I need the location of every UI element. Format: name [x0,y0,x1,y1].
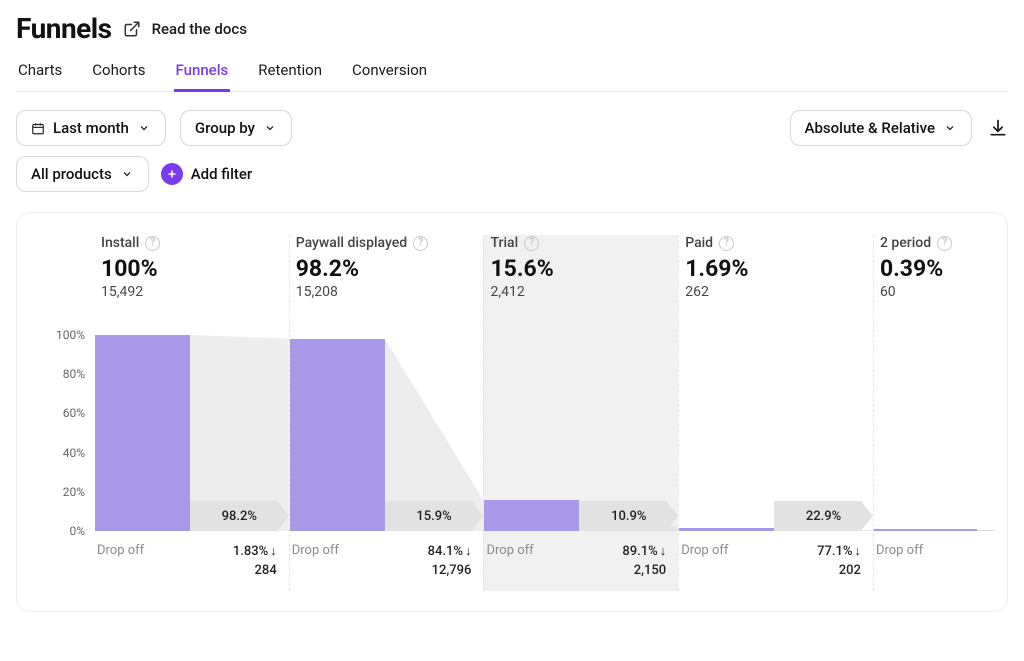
y-tick: 0% [69,524,85,538]
step-label: Install [101,235,139,251]
arrow-down-icon: ↓ [465,543,472,562]
drop-off-label: Drop off [290,537,387,558]
step-label: Paywall displayed [296,235,407,251]
drop-off-count: 284 [255,563,277,578]
external-link-icon[interactable] [122,19,142,39]
tab-charts[interactable]: Charts [16,61,64,91]
drop-off-label: Drop off [874,537,935,558]
next-step-tag: 22.9% [774,501,873,531]
drop-off-label: Drop off [95,537,192,558]
help-icon[interactable]: ? [145,236,160,251]
drop-off-label: Drop off [484,537,581,558]
help-icon[interactable]: ? [413,236,428,251]
funnel-chart-card: 100% 80% 60% 40% 20% 0% Install? 100% 15… [16,212,1008,612]
y-tick: 80% [63,367,85,381]
funnel-bar [679,528,774,531]
help-icon[interactable]: ? [719,236,734,251]
funnel-bar [484,500,579,531]
tab-funnels[interactable]: Funnels [174,61,231,92]
drop-off-percent: 77.1% [817,544,852,559]
chevron-down-icon [263,121,277,135]
step-count: 15,492 [101,284,283,300]
step-percent: 100% [101,255,283,282]
drop-off-percent: 84.1% [428,544,463,559]
arrow-down-icon: ↓ [270,543,277,562]
date-range-select[interactable]: Last month [16,110,166,146]
read-docs-link[interactable]: Read the docs [152,20,247,38]
funnel-step-paid[interactable]: Paid? 1.69% 262 22.9% Drop off 77.1%↓ [678,235,873,591]
drop-off-count: 202 [839,563,861,578]
step-count: 15,208 [296,284,478,300]
tab-bar: Charts Cohorts Funnels Retention Convers… [16,61,1008,92]
tab-conversion[interactable]: Conversion [350,61,429,91]
step-count: 262 [685,284,867,300]
funnel-bar [290,339,385,531]
step-label: Paid [685,235,713,251]
step-percent: 0.39% [880,255,989,282]
funnel-step-paywall[interactable]: Paywall displayed? 98.2% 15,208 15.9% Dr… [289,235,484,591]
next-step-tag: 15.9% [385,501,484,531]
chevron-down-icon [943,121,957,135]
help-icon[interactable]: ? [937,236,952,251]
y-tick: 100% [56,328,85,342]
drop-off-percent: 89.1% [622,544,657,559]
step-percent: 98.2% [296,255,478,282]
step-percent: 1.69% [685,255,867,282]
products-label: All products [31,165,112,183]
products-select[interactable]: All products [16,156,149,192]
arrow-down-icon: ↓ [660,543,667,562]
view-mode-select[interactable]: Absolute & Relative [790,110,972,146]
funnel-bar [874,529,977,531]
chevron-down-icon [137,121,151,135]
add-filter-label: Add filter [191,165,253,183]
funnel-bar [95,335,190,531]
drop-off-count: 12,796 [432,563,472,578]
plus-icon [161,163,183,185]
y-tick: 60% [63,406,85,420]
add-filter-button[interactable]: Add filter [161,163,253,185]
funnel-step-2period[interactable]: 2 period? 0.39% 60 Drop off [873,235,995,591]
step-count: 60 [880,284,989,300]
page-title: Funnels [16,12,112,45]
step-percent: 15.6% [490,255,672,282]
y-tick: 40% [63,446,85,460]
toolbar: Last month Group by All products [16,110,1008,192]
y-tick: 20% [63,485,85,499]
drop-off-count: 2,150 [634,563,666,578]
tab-retention[interactable]: Retention [256,61,324,91]
funnel-step-install[interactable]: Install? 100% 15,492 98.2% Drop off 1.83… [95,235,289,591]
drop-off-percent: 1.83% [233,544,268,559]
y-axis: 100% 80% 60% 40% 20% 0% [29,235,95,591]
funnel-step-trial[interactable]: Trial? 15.6% 2,412 10.9% Drop off 89.1%↓ [483,235,678,591]
help-icon[interactable]: ? [524,236,539,251]
funnel-steps: Install? 100% 15,492 98.2% Drop off 1.83… [95,235,995,591]
group-by-label: Group by [195,119,255,137]
tab-cohorts[interactable]: Cohorts [90,61,147,91]
step-count: 2,412 [490,284,672,300]
group-by-select[interactable]: Group by [180,110,292,146]
drop-off-label: Drop off [679,537,776,558]
step-label: 2 period [880,235,931,251]
next-step-tag: 98.2% [190,501,289,531]
step-label: Trial [490,235,518,251]
date-range-label: Last month [53,119,129,137]
view-mode-label: Absolute & Relative [805,119,935,137]
arrow-down-icon: ↓ [854,543,861,562]
next-step-tag: 10.9% [579,501,678,531]
download-icon[interactable] [988,118,1008,138]
calendar-icon [31,121,45,135]
chevron-down-icon [120,167,134,181]
